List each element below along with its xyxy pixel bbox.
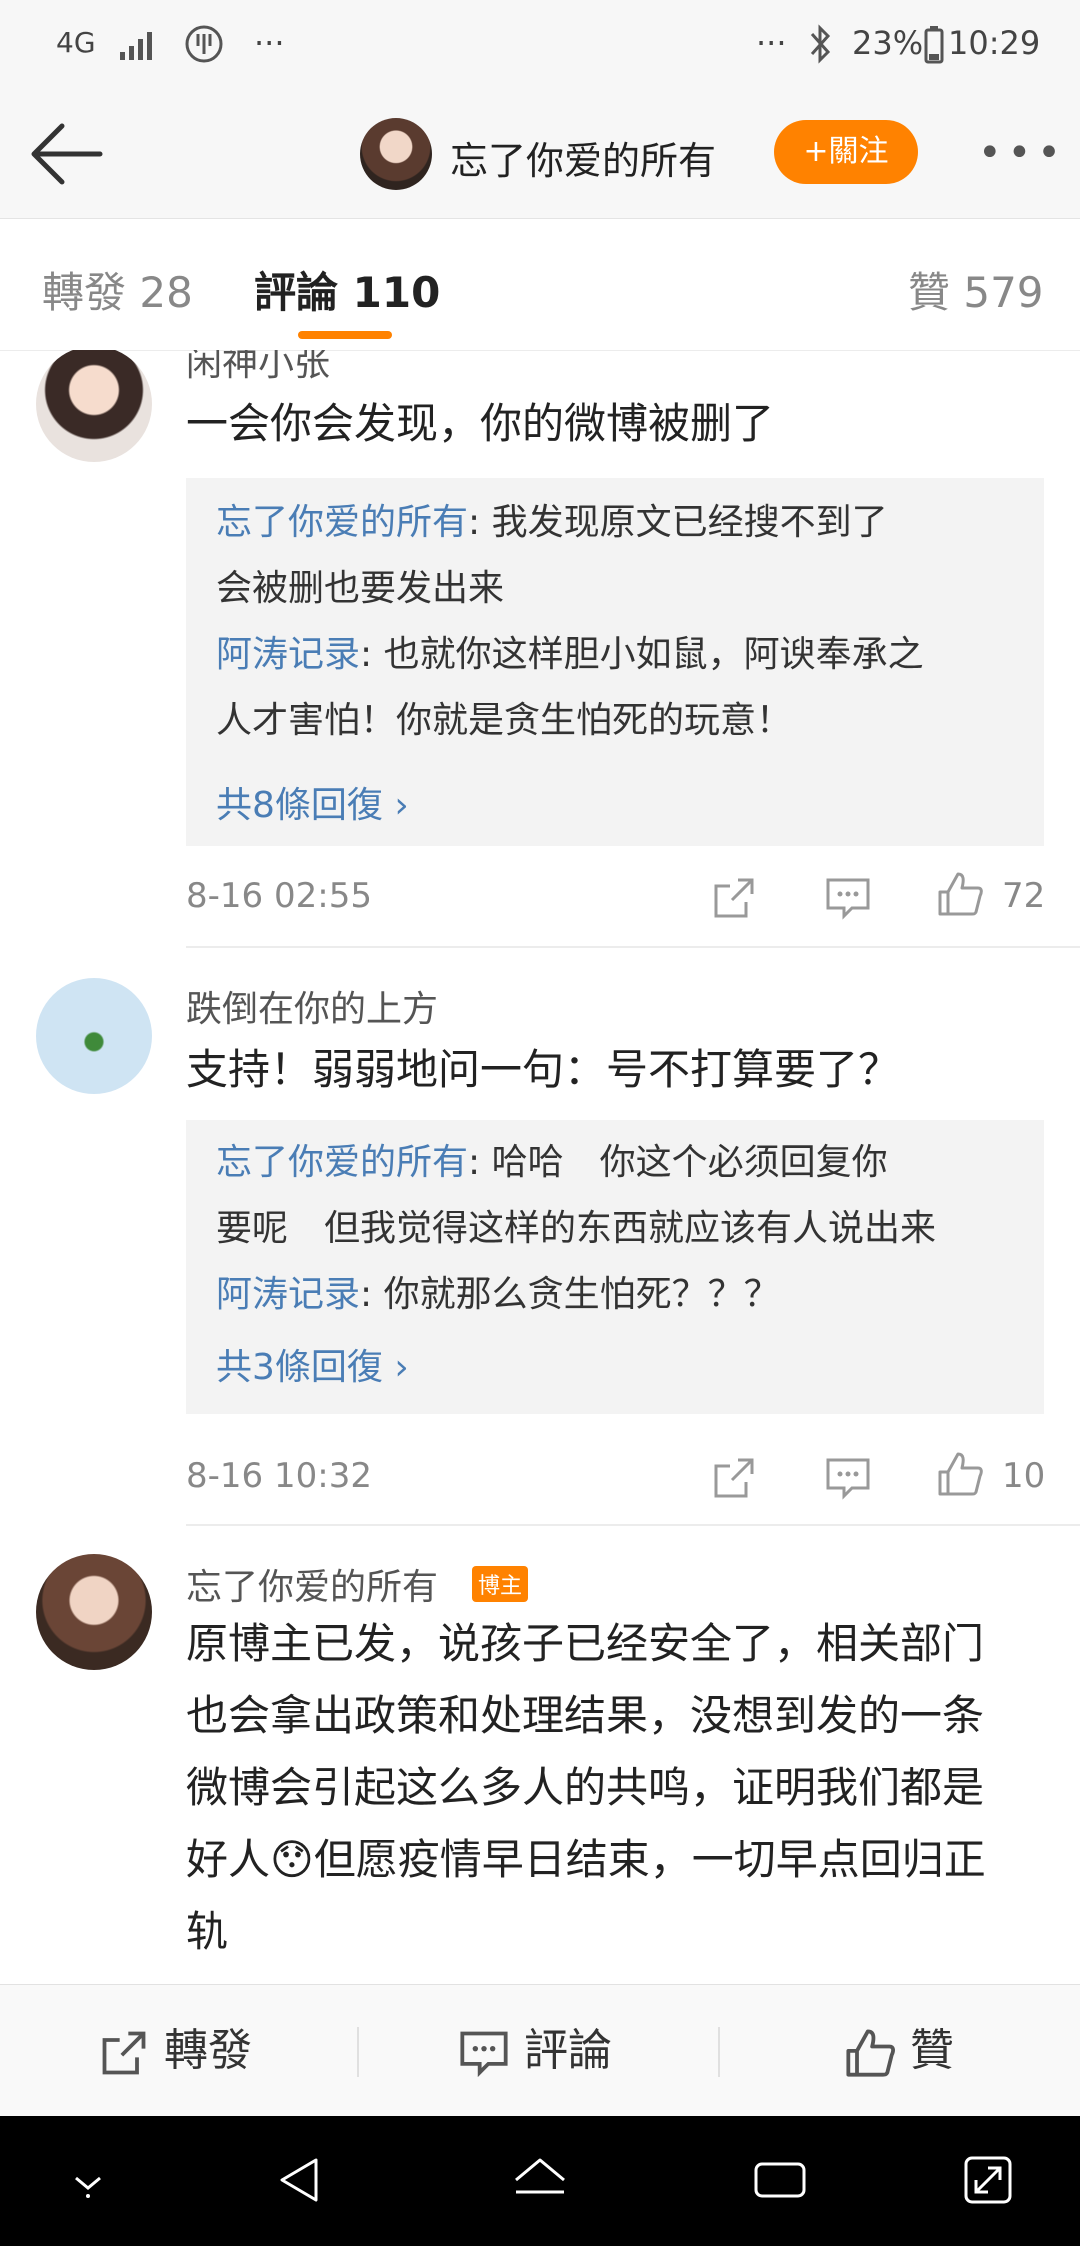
- tab-reposts[interactable]: 轉發 28: [42, 259, 193, 320]
- like-button[interactable]: 贊: [844, 1985, 954, 2117]
- reply-text-cont: 人才害怕！你就是贪生怕死的玩意！: [216, 700, 793, 741]
- back-arrow-icon[interactable]: [28, 120, 104, 188]
- bluetooth-icon: [810, 24, 831, 64]
- comment-text: 原博主已发，说孩子已经安全了，相关部门 也会拿出政策和处理结果，没想到发的一条 …: [186, 1619, 986, 1956]
- tab-likes[interactable]: 贊 579: [908, 259, 1044, 320]
- tab-bar: 轉發 28 評論 110 贊 579: [0, 219, 1080, 351]
- thumbs-up-icon: [846, 2029, 895, 2077]
- author-avatar[interactable]: [360, 118, 432, 190]
- active-tab-indicator: [298, 331, 392, 339]
- system-navigation-bar: [0, 2116, 1080, 2246]
- status-time: 10:29: [948, 24, 1041, 62]
- comment-time: 8-16 02:55: [186, 876, 372, 916]
- home-icon[interactable]: [508, 2152, 572, 2208]
- comment-divider: [186, 946, 1080, 948]
- commenter-name[interactable]: 跌倒在你的上方: [186, 980, 438, 1032]
- commenter-avatar[interactable]: [36, 1554, 152, 1670]
- author-name[interactable]: 忘了你爱的所有: [450, 130, 716, 185]
- status-more-right: ···: [756, 24, 787, 62]
- share-icon[interactable]: [710, 1454, 758, 1502]
- comment-icon: [460, 2031, 508, 2078]
- status-bar: 4G ··· ··· 23% 10:29: [0, 0, 1080, 90]
- app-notification-icon: [185, 25, 223, 63]
- back-nav-icon[interactable]: [272, 2152, 328, 2208]
- reply-text: 我发现原文已经搜不到了: [491, 502, 888, 543]
- status-more: ···: [254, 24, 285, 62]
- reply-item: 阿涛记录: 你就那么贪生怕死？？？: [216, 1274, 780, 1315]
- view-all-replies-link[interactable]: 共8條回復 ›: [216, 776, 409, 828]
- bottom-action-bar: 轉發 評論 贊: [0, 1984, 1080, 2117]
- commenter-avatar[interactable]: [36, 978, 152, 1094]
- commenter-avatar[interactable]: [36, 350, 152, 462]
- hide-keyboard-icon[interactable]: [66, 2160, 110, 2204]
- comment-text: 支持！弱弱地问一句：号不打算要了？: [186, 1045, 901, 1094]
- more-options-icon[interactable]: •••: [978, 120, 1061, 186]
- comment-label: 評論: [524, 2025, 612, 2076]
- tab-comments[interactable]: 評論 110: [254, 259, 440, 320]
- replies-box[interactable]: 忘了你爱的所有: 哈哈 你这个必须回复你 要呢 但我觉得这样的东西就应该有人说出…: [186, 1120, 1044, 1414]
- reply-item: 忘了你爱的所有: 哈哈 你这个必须回复你: [216, 1142, 888, 1183]
- comment-divider: [186, 1524, 1080, 1526]
- signal-icon: [120, 32, 152, 60]
- reply-text-cont: 要呢 但我觉得这样的东西就应该有人说出来: [216, 1208, 937, 1249]
- reply-icon[interactable]: [824, 874, 872, 922]
- repost-label: 轉發: [164, 2025, 252, 2076]
- like-label: 贊: [910, 2025, 954, 2076]
- like-icon[interactable]: [936, 1450, 984, 1498]
- reply-author[interactable]: 阿涛记录: [216, 634, 360, 675]
- reply-author[interactable]: 忘了你爱的所有: [216, 502, 468, 543]
- expand-icon[interactable]: [960, 2152, 1016, 2208]
- repost-icon: [102, 2031, 146, 2075]
- reply-text-cont: 会被删也要发出来: [216, 568, 505, 609]
- reply-item: 忘了你爱的所有: 我发现原文已经搜不到了: [216, 502, 888, 543]
- top-nav-bar: 忘了你爱的所有 +關注 •••: [0, 90, 1080, 219]
- like-count: 10: [1002, 1456, 1046, 1496]
- comment-button[interactable]: 評論: [458, 1985, 612, 2117]
- recent-apps-icon[interactable]: [750, 2156, 810, 2204]
- share-icon[interactable]: [710, 874, 758, 922]
- reply-text: 哈哈 你这个必须回复你: [491, 1142, 888, 1183]
- reply-icon[interactable]: [824, 1454, 872, 1502]
- repost-button[interactable]: 轉發: [98, 1985, 252, 2117]
- comment-item: 跌倒在你的上方 支持！弱弱地问一句：号不打算要了？ 忘了你爱的所有: 哈哈 你这…: [0, 950, 1080, 1530]
- replies-box[interactable]: 忘了你爱的所有: 我发现原文已经搜不到了 会被删也要发出来 阿涛记录: 也就你这…: [186, 478, 1044, 846]
- comment-item: 忘了你爱的所有 博主 原博主已发，说孩子已经安全了，相关部门 也会拿出政策和处理…: [0, 1528, 1080, 1984]
- toolbar-separator: [718, 2027, 720, 2077]
- comment-item: 闲神小张 一会你会发现，你的微博被删了 忘了你爱的所有: 我发现原文已经搜不到了…: [0, 350, 1080, 950]
- author-badge: 博主: [472, 1566, 529, 1602]
- reply-text: 也就你这样胆小如鼠，阿谀奉承之: [383, 634, 924, 675]
- reply-text: 你就那么贪生怕死？？？: [383, 1274, 780, 1315]
- comment-time: 8-16 10:32: [186, 1456, 372, 1496]
- view-all-replies-link[interactable]: 共3條回復 ›: [216, 1338, 409, 1390]
- battery-percent: 23%: [852, 24, 924, 62]
- reply-author[interactable]: 阿涛记录: [216, 1274, 360, 1315]
- toolbar-separator: [357, 2027, 359, 2077]
- follow-button[interactable]: +關注: [774, 120, 918, 184]
- like-count: 72: [1002, 876, 1046, 916]
- battery-icon: [924, 26, 944, 64]
- commenter-name[interactable]: 忘了你爱的所有: [186, 1558, 438, 1610]
- comment-text: 一会你会发现，你的微博被删了: [186, 399, 775, 448]
- reply-author[interactable]: 忘了你爱的所有: [216, 1142, 468, 1183]
- reply-item: 阿涛记录: 也就你这样胆小如鼠，阿谀奉承之: [216, 634, 924, 675]
- commenter-name[interactable]: 闲神小张: [186, 350, 330, 386]
- network-indicator: 4G: [56, 26, 96, 59]
- like-icon[interactable]: [936, 870, 984, 918]
